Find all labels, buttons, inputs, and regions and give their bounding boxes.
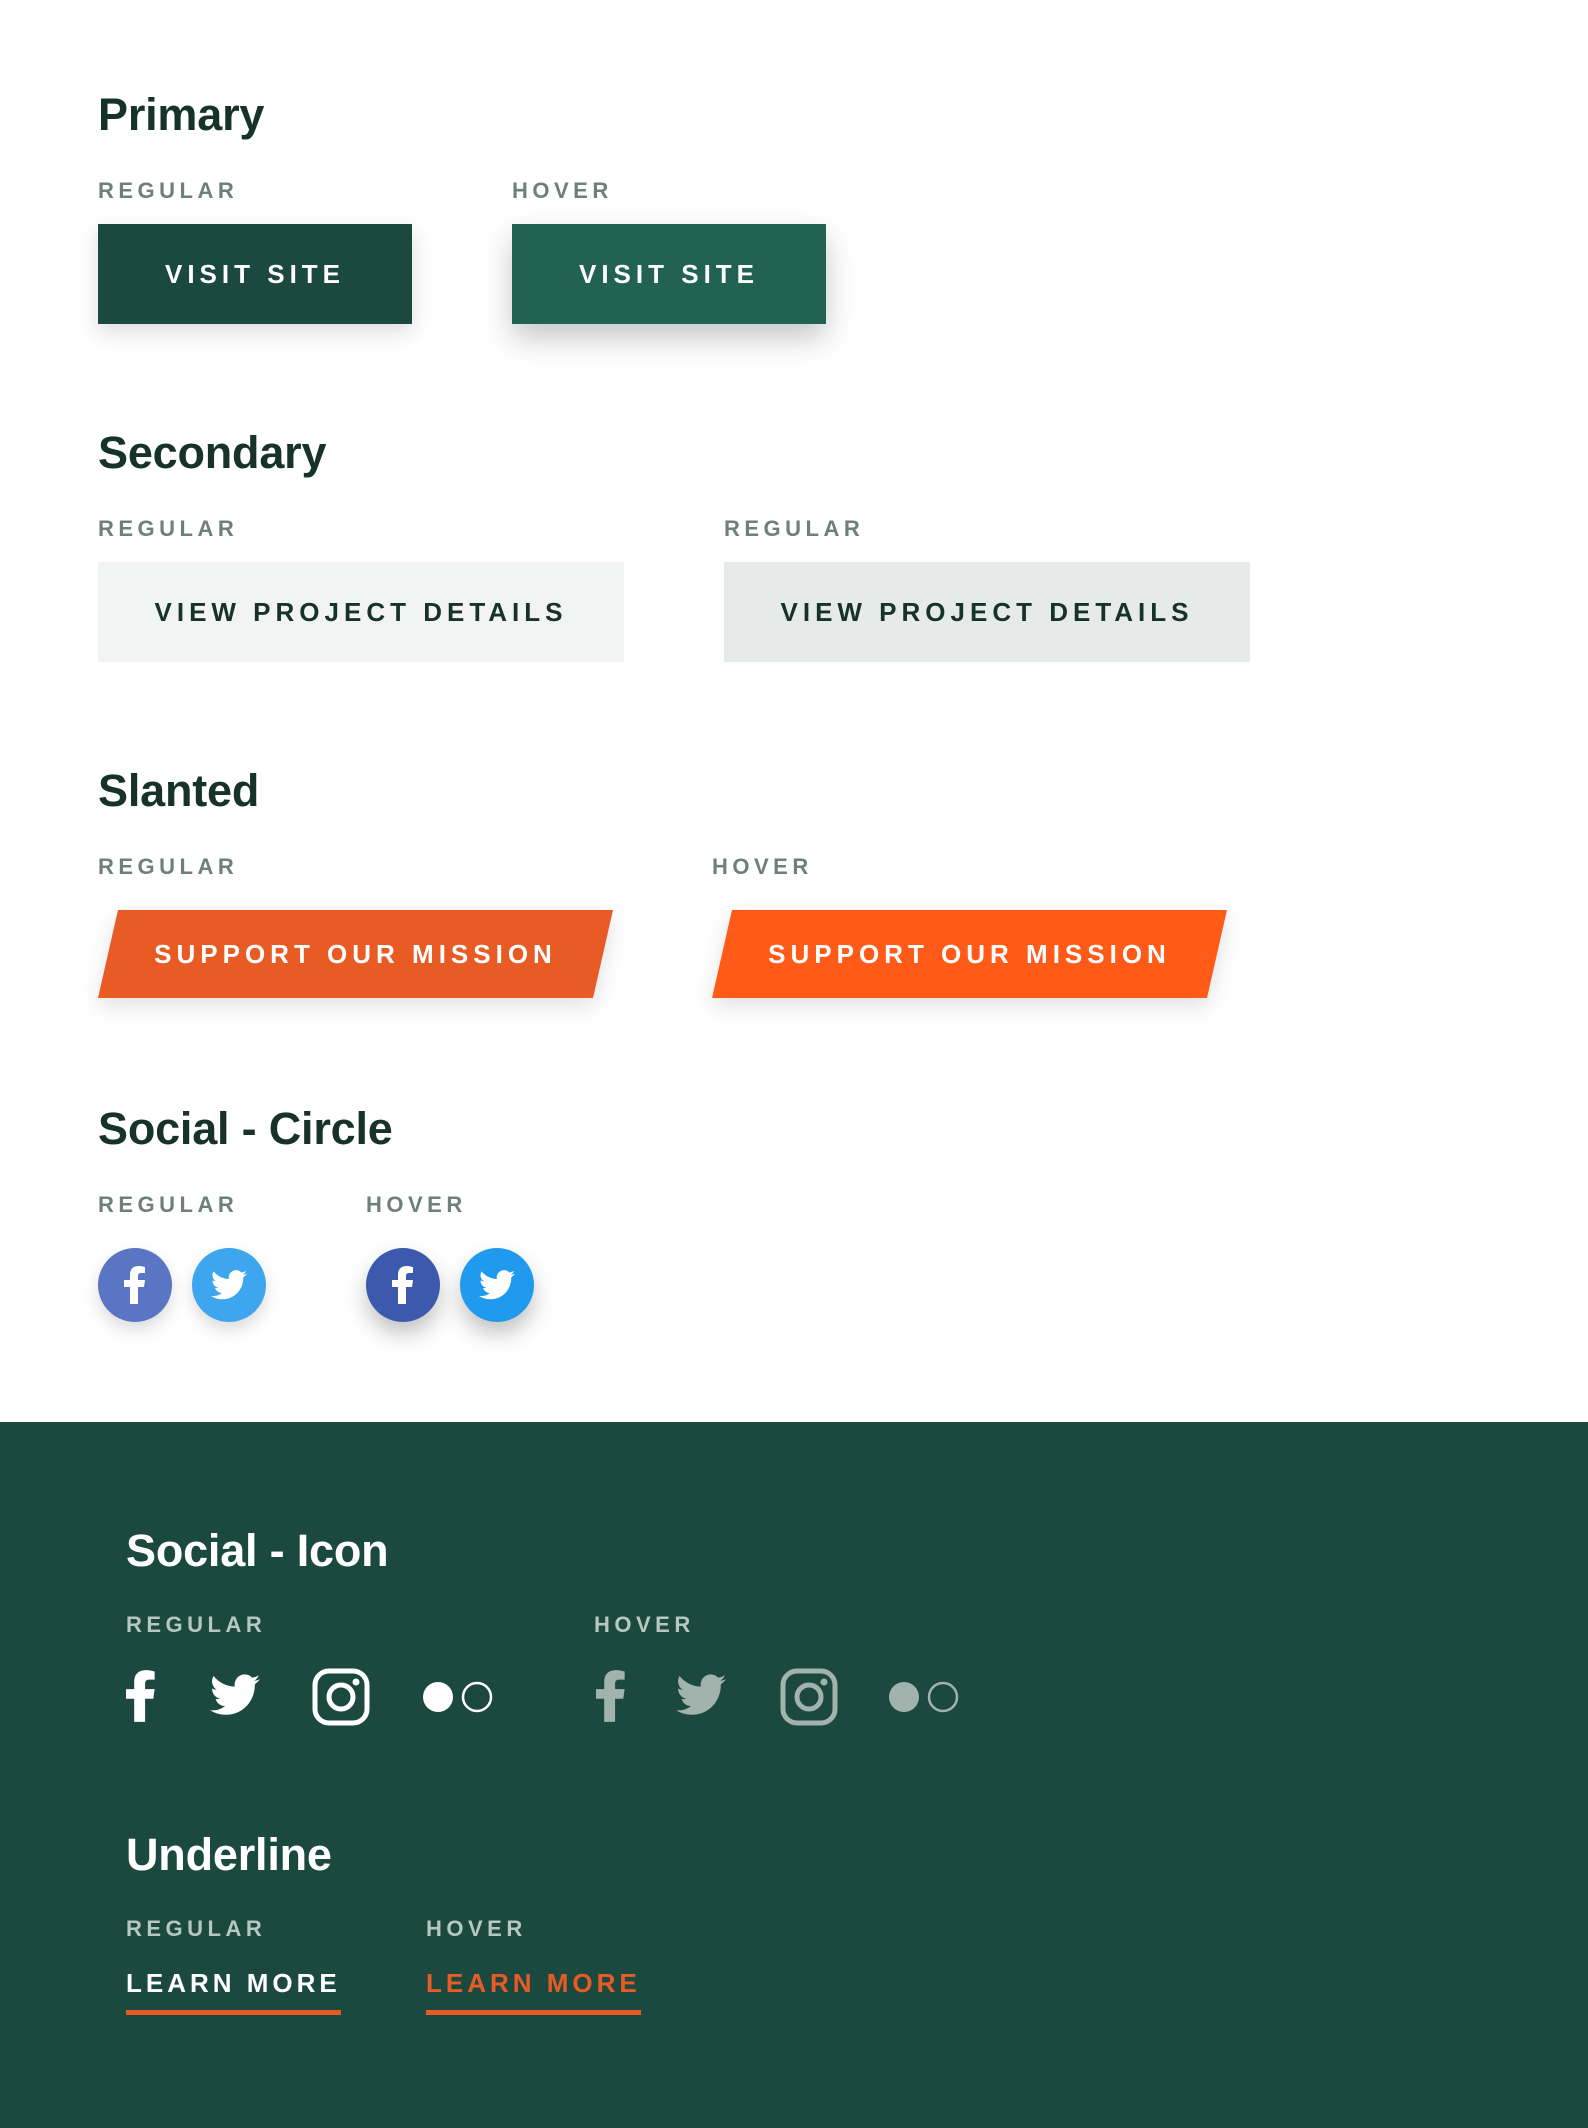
primary-heading: Primary: [98, 89, 265, 140]
view-project-details-button-hover-label: VIEW PROJECT DETAILS: [780, 597, 1194, 627]
learn-more-link-hover[interactable]: LEARN MORE: [426, 1970, 641, 2015]
instagram-icon: [312, 1668, 370, 1726]
flickr-link[interactable]: [422, 1680, 494, 1719]
visit-site-button[interactable]: VISIT SITE: [98, 224, 412, 324]
flickr-icon: [889, 1681, 959, 1713]
facebook-icon: [596, 1670, 625, 1722]
social-icon-regular-label: REGULAR: [126, 1612, 267, 1637]
social-circle-heading: Social - Circle: [98, 1103, 393, 1154]
instagram-link-hover[interactable]: [780, 1668, 838, 1731]
facebook-link[interactable]: [126, 1670, 156, 1727]
learn-more-link[interactable]: LEARN MORE: [126, 1970, 341, 2015]
facebook-circle-button[interactable]: [98, 1248, 172, 1322]
view-project-details-button-label: VIEW PROJECT DETAILS: [154, 597, 568, 627]
twitter-circle-button-hover[interactable]: [460, 1248, 534, 1322]
primary-regular-label: REGULAR: [98, 178, 239, 203]
visit-site-button-label: VISIT SITE: [164, 259, 346, 289]
view-project-details-button-hover[interactable]: VIEW PROJECT DETAILS: [724, 562, 1250, 662]
twitter-icon: [210, 1674, 260, 1715]
visit-site-button-hover[interactable]: VISIT SITE: [512, 224, 826, 324]
slanted-regular-label: REGULAR: [98, 854, 239, 879]
facebook-icon: [124, 1266, 145, 1304]
social-circle-hover-label: HOVER: [366, 1192, 467, 1217]
underline-regular-label: REGULAR: [126, 1916, 267, 1941]
facebook-circle-button-hover[interactable]: [366, 1248, 440, 1322]
social-icon-heading: Social - Icon: [126, 1525, 389, 1576]
facebook-link-hover[interactable]: [596, 1670, 626, 1727]
slanted-hover-label: HOVER: [712, 854, 813, 879]
secondary-hover-label: REGULAR: [724, 516, 865, 541]
secondary-regular-label: REGULAR: [98, 516, 239, 541]
underline-heading: Underline: [126, 1829, 332, 1880]
twitter-circle-button[interactable]: [192, 1248, 266, 1322]
twitter-link[interactable]: [210, 1674, 260, 1721]
instagram-link[interactable]: [312, 1668, 370, 1731]
twitter-link-hover[interactable]: [676, 1674, 726, 1721]
twitter-icon: [479, 1270, 515, 1300]
underline-hover-label: HOVER: [426, 1916, 527, 1941]
social-circle-regular-label: REGULAR: [98, 1192, 239, 1217]
support-our-mission-button-label: SUPPORT OUR MISSION: [154, 939, 557, 969]
slanted-button-wrapper: SUPPORT OUR MISSION: [98, 910, 613, 998]
facebook-icon: [392, 1266, 413, 1304]
slanted-button-hover-wrapper: SUPPORT OUR MISSION: [712, 910, 1227, 998]
primary-hover-label: HOVER: [512, 178, 613, 203]
secondary-heading: Secondary: [98, 427, 327, 478]
visit-site-button-hover-label: VISIT SITE: [578, 259, 760, 289]
support-our-mission-button[interactable]: SUPPORT OUR MISSION: [98, 910, 613, 998]
support-our-mission-button-hover[interactable]: SUPPORT OUR MISSION: [712, 910, 1227, 998]
slanted-heading: Slanted: [98, 765, 260, 816]
twitter-icon: [676, 1674, 726, 1715]
social-icon-hover-label: HOVER: [594, 1612, 695, 1637]
facebook-icon: [126, 1670, 155, 1722]
flickr-icon: [423, 1681, 493, 1713]
view-project-details-button[interactable]: VIEW PROJECT DETAILS: [98, 562, 624, 662]
instagram-icon: [780, 1668, 838, 1726]
support-our-mission-button-hover-label: SUPPORT OUR MISSION: [768, 939, 1171, 969]
flickr-link-hover[interactable]: [888, 1680, 960, 1719]
twitter-icon: [211, 1270, 247, 1300]
